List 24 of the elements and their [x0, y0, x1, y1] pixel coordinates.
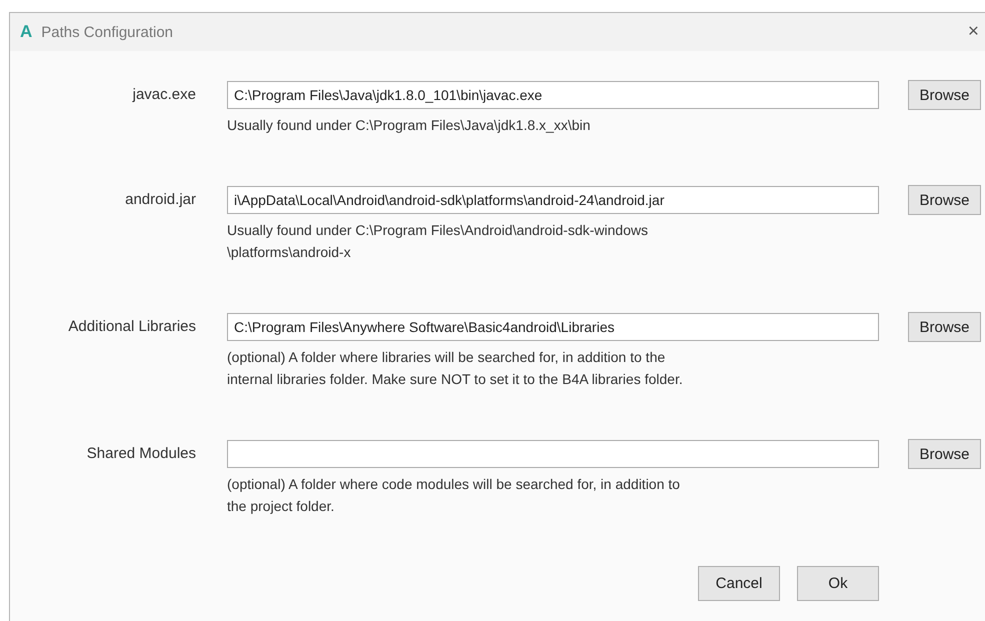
- browse-button[interactable]: Browse: [908, 80, 981, 110]
- help-text: Usually found under C:\Program Files\Java\jdk1.8.x_xx\bin: [227, 116, 592, 135]
- browse-button[interactable]: Browse: [908, 312, 981, 342]
- field-label: Additional Libraries: [67, 317, 196, 337]
- path-field[interactable]: [227, 440, 879, 468]
- browse-button[interactable]: Browse: [908, 185, 981, 215]
- close-button[interactable]: ×: [968, 21, 979, 43]
- path-field[interactable]: C:\Program Files\Anywhere Software\Basic4android\Libraries: [227, 313, 879, 341]
- help-text: Usually found under C:\Program Files\Android\android-sdk-windows: [227, 221, 649, 240]
- app-logo: A: [20, 22, 32, 42]
- path-field[interactable]: C:\Program Files\Java\jdk1.8.0_101\bin\javac.exe: [227, 81, 879, 109]
- field-label: android.jar: [124, 190, 196, 210]
- help-text: the project folder.: [227, 497, 336, 516]
- help-text: (optional) A folder where code modules will be searched for, in addition to: [227, 475, 681, 494]
- ok-button[interactable]: Ok: [797, 566, 879, 601]
- help-text: (optional) A folder where libraries will be searched for, in addition to the: [227, 348, 666, 367]
- path-field[interactable]: i\AppData\Local\Android\android-sdk\platforms\android-24\android.jar: [227, 186, 879, 214]
- field-label: Shared Modules: [86, 444, 196, 464]
- help-text: \platforms\android-x: [227, 243, 352, 262]
- help-text: internal libraries folder. Make sure NOT to set it to the B4A libraries folder.: [227, 370, 684, 389]
- field-label: javac.exe: [131, 85, 196, 105]
- cancel-button[interactable]: Cancel: [698, 566, 780, 601]
- window-title: Paths Configuration: [41, 24, 174, 40]
- browse-button[interactable]: Browse: [908, 439, 981, 469]
